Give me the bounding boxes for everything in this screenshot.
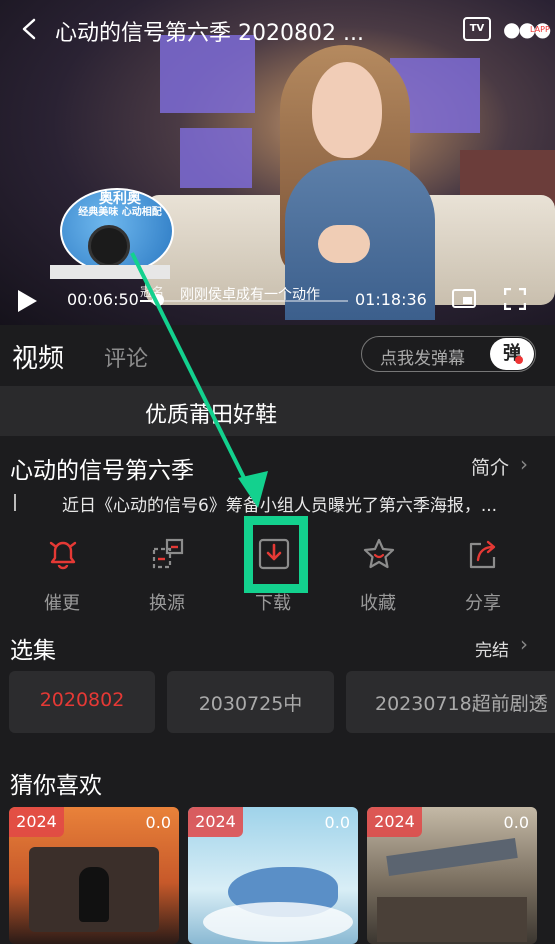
poster-ground <box>377 897 527 942</box>
player-controls: 00:06:50 01:18:36 <box>0 280 555 320</box>
action-label: 分享 <box>465 593 501 614</box>
recommendation-card[interactable]: 2024 0.0 <box>9 807 179 944</box>
episode-label: 2020802 <box>39 689 125 711</box>
poster-figure <box>79 867 109 922</box>
sponsor-badge-text: 奥利奥 经典美味 心动相配 <box>78 191 162 218</box>
host-hand <box>318 225 370 263</box>
action-remind[interactable]: 催更 <box>22 533 102 614</box>
score: 0.0 <box>503 813 529 832</box>
chevron-right-icon[interactable]: › <box>520 452 528 476</box>
danmaku-input[interactable]: 点我发弹幕 弹 <box>361 336 536 372</box>
progress-thumb[interactable] <box>152 294 164 306</box>
ad-banner[interactable]: 优质莆田好鞋 <box>0 386 555 436</box>
danmaku-toggle[interactable]: 弹 <box>490 338 534 370</box>
poster-art <box>386 838 518 876</box>
recommendation-card[interactable]: 2024 0.0 <box>367 807 537 944</box>
episodes-status[interactable]: 完结 <box>475 636 509 661</box>
app-tag: LAPP <box>530 25 550 34</box>
play-icon[interactable] <box>18 290 37 312</box>
total-time: 01:18:36 <box>355 290 427 309</box>
switch-source-icon <box>152 538 184 569</box>
action-label: 催更 <box>44 593 80 614</box>
danmaku-placeholder: 点我发弹幕 <box>380 349 465 369</box>
content-tabs: 视频 评论 点我发弹幕 弹 <box>0 325 555 385</box>
ad-text: 优质莆田好鞋 <box>145 403 278 428</box>
show-title: 心动的信号第六季 <box>10 458 194 484</box>
action-label: 收藏 <box>360 593 396 614</box>
video-title-bar: 心动的信号第六季 2020802 ... TV ●●● LAPP <box>0 0 555 60</box>
synopsis-text[interactable]: 近日《心动的信号6》筹备小组人员曝光了第六季海报，... <box>62 491 538 516</box>
intro-link[interactable]: 简介 <box>471 453 509 480</box>
fullscreen-icon[interactable] <box>504 288 526 310</box>
video-player[interactable]: 奥利奥 经典美味 心动相配 心动的信号第六季 2020802 ... TV ●●… <box>0 0 555 325</box>
synopsis-marker <box>14 494 16 511</box>
action-switch-source[interactable]: 换源 <box>127 533 207 614</box>
episodes-title: 选集 <box>10 638 56 664</box>
video-title: 心动的信号第六季 2020802 ... <box>55 21 364 46</box>
year-badge: 2024 <box>367 807 422 837</box>
tab-video[interactable]: 视频 <box>12 338 64 375</box>
chevron-right-icon[interactable]: › <box>520 632 528 656</box>
action-label: 换源 <box>149 593 185 614</box>
action-share[interactable]: 分享 <box>443 533 523 614</box>
progress-track[interactable] <box>140 300 348 302</box>
year-badge: 2024 <box>188 807 243 837</box>
action-favorite[interactable]: 收藏 <box>338 533 418 614</box>
back-arrow-icon[interactable] <box>18 17 42 41</box>
sponsor-plate <box>50 265 170 279</box>
share-icon <box>469 540 496 569</box>
tv-cast-icon[interactable]: TV <box>463 17 491 41</box>
score: 0.0 <box>145 813 171 832</box>
background-panel <box>180 128 252 188</box>
star-icon <box>363 538 395 569</box>
episode-item[interactable]: 20230718超前剧透 <box>346 671 555 733</box>
current-time: 00:06:50 <box>67 290 139 309</box>
host-face <box>312 62 382 158</box>
score: 0.0 <box>324 813 350 832</box>
recommendations-title: 猜你喜欢 <box>10 773 102 799</box>
picture-in-picture-icon[interactable] <box>452 289 476 308</box>
episode-label: 20230718超前剧透 <box>375 693 548 715</box>
episode-item[interactable]: 2030725中 <box>167 671 334 733</box>
episode-label: 2030725中 <box>198 693 303 715</box>
bell-icon <box>49 541 77 570</box>
episode-item[interactable]: 2020802 <box>9 671 155 733</box>
year-badge: 2024 <box>9 807 64 837</box>
recommendation-card[interactable]: 2024 0.0 <box>188 807 358 944</box>
sponsor-cookie-image <box>88 225 130 267</box>
annotation-highlight-box <box>244 516 308 593</box>
poster-cloud <box>203 902 353 942</box>
tab-comment[interactable]: 评论 <box>104 341 148 373</box>
danmaku-status-dot <box>515 356 523 364</box>
